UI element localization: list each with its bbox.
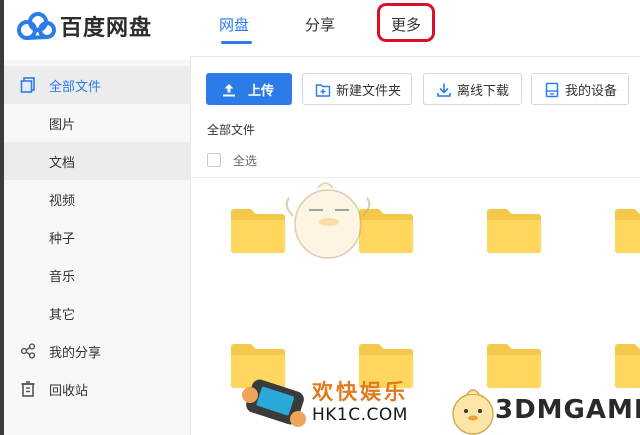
folder-icon[interactable]	[229, 208, 287, 254]
new-folder-label: 新建文件夹	[336, 83, 402, 99]
folder-icon[interactable]	[613, 208, 640, 254]
folder-icon[interactable]	[357, 208, 415, 254]
select-all-label: 全选	[233, 154, 258, 168]
sidebar-item-documents[interactable]: 文档	[4, 142, 190, 180]
sidebar-item-videos[interactable]: 视频	[4, 180, 190, 218]
folder-icon[interactable]	[357, 343, 415, 389]
folder-icon[interactable]	[485, 208, 543, 254]
tab-netdisk[interactable]: 网盘	[219, 14, 249, 35]
offline-download-button[interactable]: 离线下载	[423, 73, 522, 105]
select-all-checkbox[interactable]	[207, 153, 221, 167]
sidebar-item-images[interactable]: 图片	[4, 104, 190, 142]
folder-icon[interactable]	[485, 343, 543, 389]
sidebar-item-label: 回收站	[49, 383, 89, 399]
share-icon	[20, 343, 36, 359]
sidebar-item-label: 图片	[49, 117, 76, 133]
upload-button[interactable]: 上传	[206, 73, 292, 105]
sidebar-item-label: 其它	[49, 307, 76, 323]
my-devices-label: 我的设备	[565, 83, 618, 99]
sidebar-item-label: 文档	[49, 155, 76, 171]
sidebar-item-label: 种子	[49, 231, 76, 247]
my-devices-button[interactable]: 我的设备	[531, 73, 629, 105]
offline-download-label: 离线下载	[457, 83, 510, 99]
active-tab-indicator	[221, 41, 252, 44]
sidebar-item-all-files[interactable]: 全部文件	[4, 66, 190, 104]
sidebar-item-label: 视频	[49, 193, 76, 209]
logo: 百度网盘	[16, 8, 152, 44]
new-folder-icon	[315, 84, 331, 97]
sidebar-item-recycle-bin[interactable]: 回收站	[4, 370, 190, 408]
breadcrumb: 全部文件	[207, 123, 256, 137]
new-folder-button[interactable]: 新建文件夹	[302, 73, 412, 105]
sidebar: 全部文件 图片 文档 视频 种子 音乐 其它 我的分享 回收站	[4, 60, 190, 435]
sidebar-item-my-shares[interactable]: 我的分享	[4, 332, 190, 370]
highlight-annotation-box	[377, 3, 435, 42]
sidebar-item-other[interactable]: 其它	[4, 294, 190, 332]
header: 百度网盘 网盘 分享 更多	[4, 0, 640, 56]
file-area: 上传 新建文件夹 离线下载 我的设备 全部文件 全选	[190, 56, 640, 435]
sidebar-item-label: 我的分享	[49, 345, 102, 361]
app-title: 百度网盘	[60, 16, 153, 41]
sidebar-item-music[interactable]: 音乐	[4, 256, 190, 294]
trash-icon	[21, 381, 35, 397]
sidebar-item-label: 音乐	[49, 269, 76, 285]
folder-icon[interactable]	[229, 343, 287, 389]
device-icon	[545, 82, 559, 98]
download-icon	[437, 83, 451, 97]
sidebar-item-torrents[interactable]: 种子	[4, 218, 190, 256]
upload-label: 上传	[248, 83, 275, 99]
upload-icon	[223, 84, 235, 97]
divider	[191, 177, 640, 178]
files-icon	[20, 77, 35, 93]
tab-share[interactable]: 分享	[305, 14, 335, 35]
sidebar-item-label: 全部文件	[49, 79, 102, 95]
folder-icon[interactable]	[613, 343, 640, 389]
baidu-cloud-logo-icon	[17, 12, 56, 40]
